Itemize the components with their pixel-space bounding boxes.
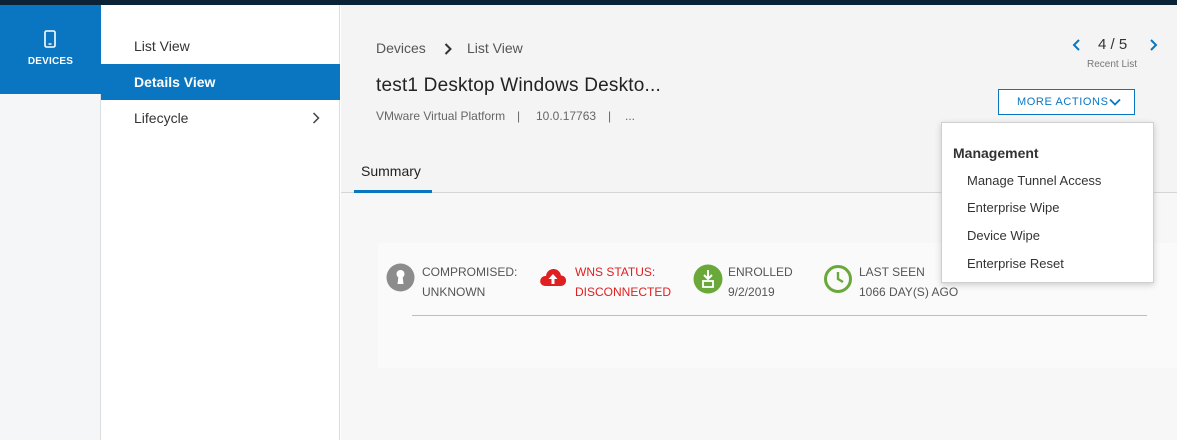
breadcrumb-list-view[interactable]: List View [467,40,523,56]
submenu-item-label: Lifecycle [134,110,189,126]
submenu-item-details-view[interactable]: Details View [101,64,340,100]
menu-item-enterprise-reset[interactable]: Enterprise Reset [942,251,1153,277]
more-actions-menu: Management Manage Tunnel Access Enterpri… [941,122,1154,283]
status-value: 1066 DAY(S) AGO [859,285,959,299]
rail-devices-button[interactable]: DEVICES [0,5,101,94]
status-value: 9/2/2019 [728,285,775,299]
subtitle-separator: | [608,109,612,123]
status-label: WNS STATUS: [575,265,656,279]
status-label: COMPROMISED: [422,265,518,279]
enrolled-icon [693,264,723,294]
menu-item-device-wipe[interactable]: Device Wipe [942,223,1153,249]
chevron-right-icon [444,43,452,55]
compromised-status: COMPROMISED: UNKNOWN [422,262,517,302]
tab-summary[interactable]: Summary [354,153,432,193]
submenu-item-lifecycle[interactable]: Lifecycle [101,100,340,136]
subtitle-separator: | [517,109,521,123]
device-title: test1 Desktop Windows Deskto... [376,75,661,96]
device-more-info[interactable]: ... [625,109,635,123]
device-platform: VMware Virtual Platform [376,109,506,123]
more-actions-label: MORE ACTIONS [1017,96,1109,108]
phone-icon [44,30,56,48]
submenu-item-label: List View [134,38,190,54]
wns-status: WNS STATUS: DISCONNECTED [575,262,671,302]
menu-heading-management: Management [953,145,1039,161]
pager-count: 4 / 5 [1098,36,1128,53]
status-value: UNKNOWN [422,285,486,299]
enrolled-status: ENROLLED 9/2/2019 [728,262,793,302]
status-divider [412,315,1147,316]
menu-item-enterprise-wipe[interactable]: Enterprise Wipe [942,195,1153,221]
status-value: DISCONNECTED [575,285,672,299]
cloud-upload-icon [540,269,567,286]
chevron-right-icon[interactable] [1146,38,1160,52]
menu-item-manage-tunnel-access[interactable]: Manage Tunnel Access [942,168,1153,194]
chevron-right-icon [312,112,320,124]
left-rail: DEVICES [0,5,101,440]
chevron-left-icon[interactable] [1070,38,1084,52]
clock-icon [824,265,852,293]
status-label: ENROLLED [728,265,793,279]
submenu-item-list-view[interactable]: List View [101,28,340,64]
tab-summary-label: Summary [361,163,421,179]
breadcrumb-devices[interactable]: Devices [376,40,426,56]
submenu-item-label: Details View [134,74,216,90]
devices-submenu: List View Details View Lifecycle [101,5,340,440]
recent-list-label: Recent List [1087,59,1138,70]
rail-devices-label: DEVICES [27,56,74,67]
chevron-down-icon [1109,98,1121,106]
device-os-version: 10.0.17763 [536,109,597,123]
tab-active-indicator [354,190,432,193]
more-actions-button[interactable]: MORE ACTIONS [998,89,1135,115]
keyhole-icon [386,263,415,292]
